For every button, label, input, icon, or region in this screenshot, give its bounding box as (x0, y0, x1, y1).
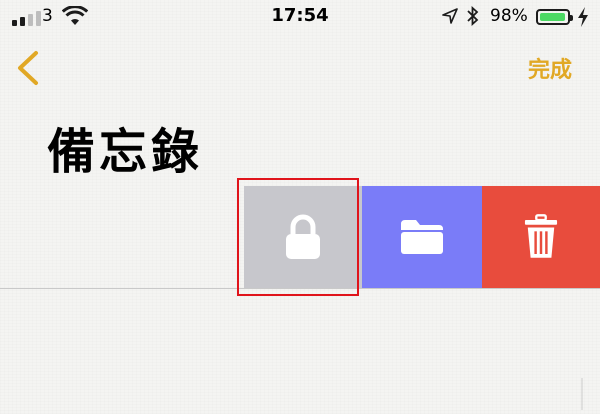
bluetooth-icon (467, 6, 479, 26)
charging-bolt-icon (578, 7, 588, 27)
back-button[interactable] (12, 48, 42, 88)
lock-icon (286, 214, 320, 259)
page-title: 備忘錄 (47, 124, 204, 180)
lock-note-button[interactable] (244, 186, 362, 288)
location-arrow-icon (442, 8, 458, 24)
folder-icon (401, 220, 443, 254)
swipe-actions (244, 186, 600, 288)
battery-fill (540, 13, 566, 21)
row-divider (0, 288, 600, 289)
move-note-button[interactable] (362, 186, 482, 288)
battery-icon (536, 9, 573, 25)
trash-icon (524, 214, 558, 258)
scroll-indicator (581, 378, 583, 410)
status-bar: 3 17:54 98% (0, 0, 600, 36)
done-button[interactable]: 完成 (528, 52, 572, 84)
chevron-left-icon (18, 51, 38, 85)
delete-note-button[interactable] (482, 186, 600, 288)
battery-percent: 98% (490, 6, 528, 26)
